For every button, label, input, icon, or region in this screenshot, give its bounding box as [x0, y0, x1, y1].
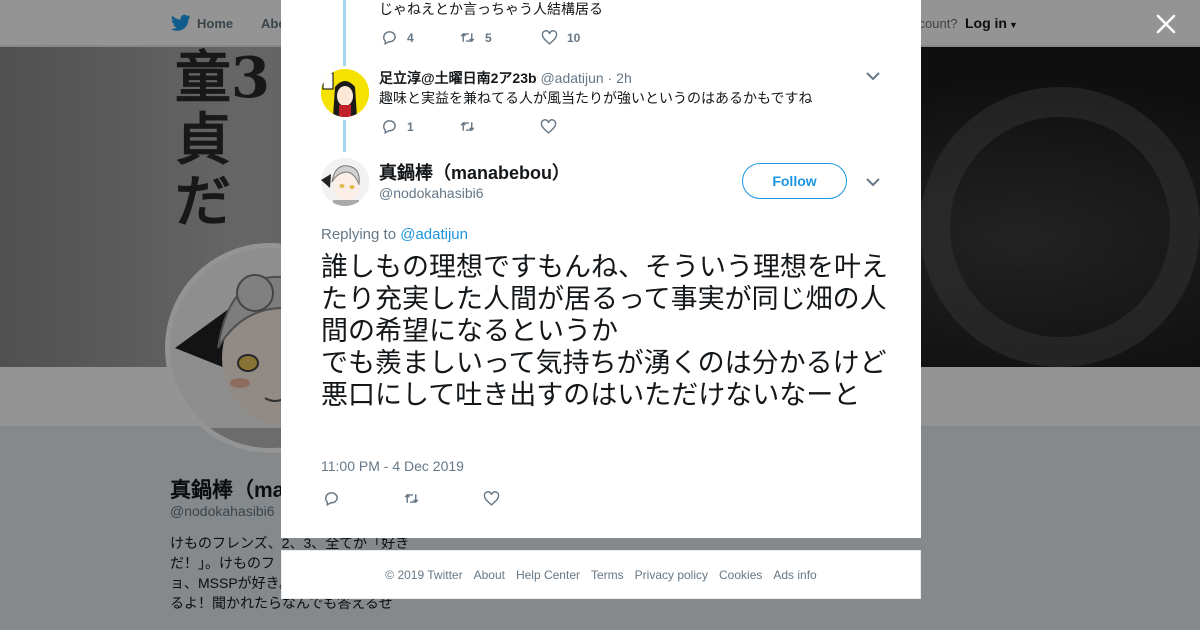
main-tweet-avatar[interactable]: [321, 158, 369, 206]
prev-reply-actions: 4 5 10: [381, 29, 580, 46]
footer-link-about[interactable]: About: [474, 568, 505, 582]
like-button[interactable]: [540, 118, 557, 135]
replying-to-prefix: Replying to: [321, 226, 401, 243]
chevron-down-icon[interactable]: [866, 177, 880, 187]
reply-header: 足立淳@土曜日南2ア23b @adatijun · 2h: [379, 68, 632, 88]
footer: © 2019 Twitter About Help Center Terms P…: [281, 550, 921, 599]
retweet-icon: [460, 121, 475, 132]
reply-author-name[interactable]: 足立淳@土曜日南2ア23b: [379, 70, 537, 86]
like-button[interactable]: 10: [541, 29, 580, 46]
reply-button[interactable]: 4: [381, 29, 459, 46]
like-icon: [540, 119, 557, 134]
reply-count: 4: [407, 30, 414, 45]
reply-button[interactable]: [323, 490, 403, 507]
main-tweet-actions: [323, 490, 500, 507]
main-tweet-timestamp[interactable]: 11:00 PM - 4 Dec 2019: [321, 458, 464, 474]
retweet-icon: [404, 493, 419, 504]
reply-author-handle[interactable]: @adatijun: [540, 70, 603, 86]
footer-link-terms[interactable]: Terms: [591, 568, 624, 582]
reply-icon: [325, 492, 338, 507]
retweet-count: 5: [485, 30, 492, 45]
retweet-button[interactable]: 5: [459, 29, 541, 46]
reply-icon: [383, 120, 396, 135]
like-icon: [483, 491, 500, 506]
replying-to-line: Replying to @adatijun: [321, 226, 468, 243]
like-icon: [541, 30, 558, 45]
thread-line: [343, 0, 346, 66]
replying-to-link[interactable]: @adatijun: [400, 226, 468, 243]
main-tweet-text: 誰しもの理想ですもんね、そういう理想を叶えたり充実した人間が居るって事実が同じ畑…: [321, 252, 888, 411]
like-count: 10: [567, 30, 581, 45]
retweet-button[interactable]: [459, 118, 540, 135]
retweet-icon: [460, 32, 475, 43]
footer-link-help-center[interactable]: Help Center: [516, 568, 580, 582]
close-icon[interactable]: [1153, 11, 1179, 37]
follow-button[interactable]: Follow: [742, 163, 847, 199]
footer-copyright: © 2019 Twitter: [385, 567, 463, 582]
prev-reply-text: じゃねえとか言っちゃう人結構居る: [379, 1, 603, 17]
like-button[interactable]: [483, 490, 500, 507]
reply-actions: 1: [381, 118, 557, 135]
reply-count: 1: [407, 119, 414, 134]
tweet-modal: じゃねえとか言っちゃう人結構居る 4 5 10 足立淳@土曜日南2ア23b @a…: [281, 0, 921, 538]
reply-time[interactable]: · 2h: [608, 70, 632, 86]
chevron-down-icon[interactable]: [866, 71, 880, 81]
thread-line: [343, 120, 346, 152]
reply-avatar[interactable]: [321, 69, 369, 117]
reply-text: 趣味と実益を兼ねてる人が風当たりが強いというのはあるかもですね: [379, 90, 813, 106]
retweet-button[interactable]: [403, 490, 483, 507]
reply-icon: [383, 31, 396, 46]
main-author-name[interactable]: 真鍋棒（manabebou）: [379, 159, 570, 185]
footer-link-privacy[interactable]: Privacy policy: [635, 568, 708, 582]
footer-link-ads-info[interactable]: Ads info: [773, 568, 816, 582]
footer-link-cookies[interactable]: Cookies: [719, 568, 762, 582]
reply-avatar-art: [321, 69, 369, 117]
reply-button[interactable]: 1: [381, 118, 459, 135]
main-avatar-art: [321, 158, 369, 206]
main-author-handle[interactable]: @nodokahasibi6: [379, 185, 484, 201]
